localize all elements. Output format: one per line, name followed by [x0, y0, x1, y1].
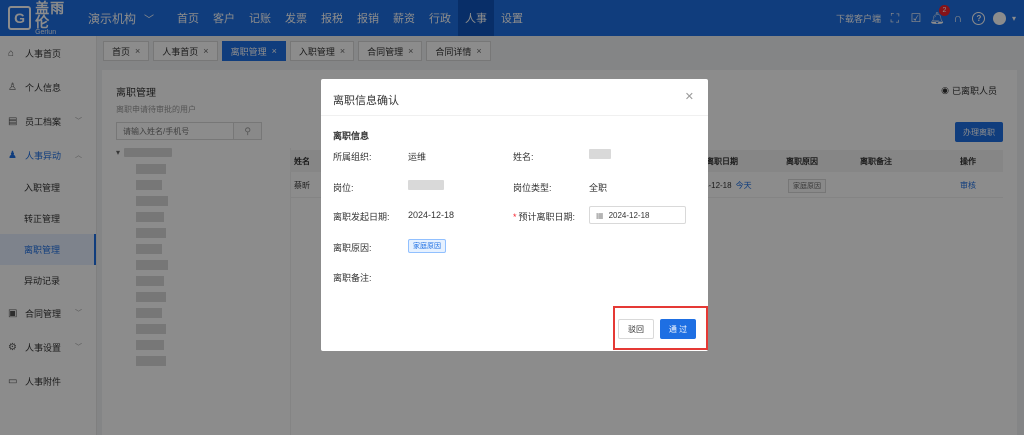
section-title: 离职信息: [333, 131, 370, 141]
position-label: 岗位:: [333, 183, 354, 193]
org-label: 所属组织:: [333, 152, 372, 162]
position-type-value: 全职: [589, 183, 608, 193]
reason-label: 离职原因:: [333, 243, 372, 253]
blurred-name-value: [589, 149, 611, 159]
org-value: 运维: [408, 152, 427, 162]
close-icon[interactable]: ✕: [685, 90, 694, 103]
expected-date-label: * 预计离职日期:: [513, 212, 576, 222]
position-type-label: 岗位类型:: [513, 183, 552, 193]
reject-button[interactable]: 驳回: [618, 319, 654, 339]
start-date-label: 离职发起日期:: [333, 212, 390, 222]
modal-title: 离职信息确认: [333, 95, 399, 107]
blurred-position-value: [408, 180, 444, 190]
remark-label: 离职备注:: [333, 273, 372, 283]
calendar-icon: ▦: [596, 210, 604, 220]
expected-date-picker[interactable]: ▦ 2024-12-18: [589, 206, 686, 224]
pass-button[interactable]: 通 过: [660, 319, 696, 339]
quit-confirm-modal: 离职信息确认 ✕ 离职信息 所属组织: 运维 姓名: 岗位: 岗位类型: 全职 …: [321, 79, 708, 351]
reason-tag: 家庭原因: [408, 239, 446, 253]
divider: [321, 115, 708, 116]
required-mark: *: [513, 212, 517, 222]
start-date-value: 2024-12-18: [408, 210, 455, 220]
name-label: 姓名:: [513, 152, 534, 162]
